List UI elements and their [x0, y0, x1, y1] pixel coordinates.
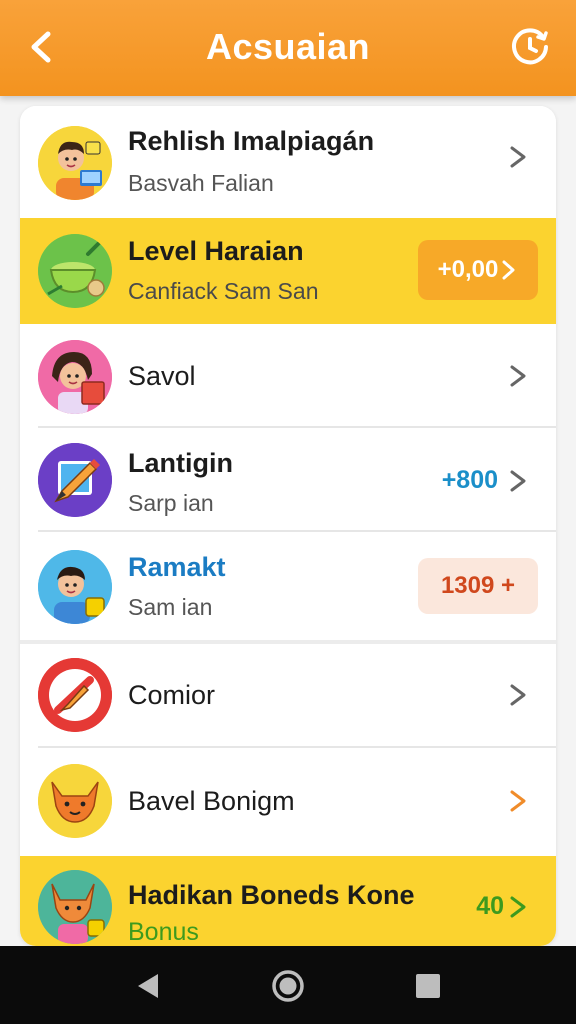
pencil-avatar [38, 443, 112, 517]
item-subtitle: Sam ian [128, 594, 213, 620]
item-subtitle: Basvah Falian [128, 170, 274, 196]
item-title: Savol [128, 361, 196, 391]
fox-girl-avatar [38, 870, 112, 944]
item-title: Comior [128, 680, 216, 710]
fox-avatar [38, 764, 112, 838]
nav-back-button[interactable] [128, 966, 168, 1006]
chevron-right-icon [504, 892, 534, 922]
square-recents-icon [416, 974, 440, 998]
menu-card: Rehlish Imalpiagán Basvah Falian Level H… [20, 106, 556, 946]
item-subtitle: Bonus [128, 918, 199, 946]
clock-history-icon [512, 28, 548, 65]
chevron-right-icon [502, 260, 515, 280]
list-item[interactable]: Comior [20, 644, 556, 748]
nav-home-button[interactable] [268, 966, 308, 1006]
boy-badge-avatar [38, 550, 112, 624]
system-navigation-bar [0, 946, 576, 1024]
list-item[interactable]: Bavel Bonigm [20, 748, 556, 856]
top-app-bar: Acsuaian [0, 0, 576, 96]
points-value: +800 [441, 466, 498, 494]
reward-badge[interactable]: +0,00 [418, 240, 538, 300]
boy-laptop-avatar [38, 126, 112, 200]
chevron-right-icon [504, 361, 534, 391]
item-title: Hadikan Boneds Kone [128, 880, 415, 910]
history-button[interactable] [510, 27, 550, 67]
item-subtitle: Canfiack Sam San [128, 278, 319, 304]
girl-book-avatar [38, 340, 112, 414]
chevron-right-icon [504, 142, 534, 172]
chevron-right-icon [504, 680, 534, 710]
list-item-highlighted[interactable]: Level Haraian Canfiack Sam San +0,00 [20, 218, 556, 324]
chevron-right-icon [504, 466, 534, 496]
chevron-right-icon [504, 786, 534, 816]
item-subtitle: Sarp ian [128, 490, 214, 516]
reward-badge-value: +0,00 [437, 256, 499, 283]
triangle-back-icon [138, 974, 158, 998]
item-title: Rehlish Imalpiagán [128, 126, 375, 156]
list-item[interactable]: Savol [20, 324, 556, 428]
bowl-avatar [38, 234, 112, 308]
item-title: Bavel Bonigm [128, 786, 295, 816]
circle-home-icon [272, 970, 304, 1002]
nav-recents-button[interactable] [408, 966, 448, 1006]
item-title: Level Haraian [128, 236, 304, 266]
page-title: Acsuaian [205, 26, 371, 67]
points-value: 40 [476, 892, 504, 920]
score-badge[interactable]: 1309 + [418, 558, 538, 614]
list-item[interactable]: Ramakt Sam ian 1309 + [20, 532, 556, 644]
list-item[interactable]: Rehlish Imalpiagán Basvah Falian [20, 106, 556, 218]
no-draw-avatar [38, 658, 112, 732]
list-item-highlighted[interactable]: Hadikan Boneds Kone Bonus 40 [20, 856, 556, 946]
item-title: Lantigin [128, 448, 233, 478]
item-title: Ramakt [128, 552, 226, 582]
list-item[interactable]: Lantigin Sarp ian +800 [20, 428, 556, 532]
